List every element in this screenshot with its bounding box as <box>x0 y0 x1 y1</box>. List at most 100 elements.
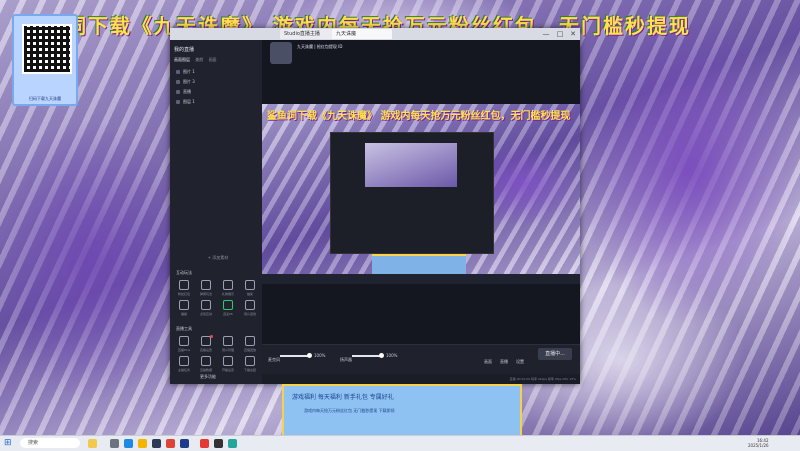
gear-icon <box>223 356 233 366</box>
anchor-section-title: 直播工具 <box>176 326 192 331</box>
like-icon <box>201 300 211 310</box>
preview-nested-screen <box>365 143 457 187</box>
tool-lottery[interactable]: 抽奖 <box>240 280 260 298</box>
maximize-button[interactable]: □ <box>554 28 566 40</box>
tiktok-icon[interactable] <box>214 439 223 448</box>
preview-nested-window <box>330 132 494 254</box>
speaker-volume-value: 100% <box>386 353 398 358</box>
tool-fans-redpacket[interactable]: 粉丝红包 <box>174 280 194 298</box>
layer-icon <box>176 90 180 94</box>
mic-volume-value: 100% <box>314 353 326 358</box>
tool-start-settings[interactable]: 开播设置 <box>218 356 238 374</box>
tool-likes[interactable]: 点赞互动 <box>196 300 216 318</box>
tool-tasks[interactable]: 主播任务 <box>174 356 194 374</box>
edge-browser-icon[interactable] <box>124 439 133 448</box>
speaker-volume-slider[interactable] <box>352 353 384 358</box>
plus-icon <box>179 336 189 346</box>
app-icon[interactable] <box>228 439 237 448</box>
taskbar-search-box[interactable]: 搜索 <box>20 438 80 448</box>
minimize-button[interactable]: — <box>540 28 552 40</box>
sidebar-tabs: 画面图层 美颜 画面 <box>174 57 258 63</box>
tool-danmaku[interactable]: 弹幕玩法 <box>196 280 216 298</box>
danmaku-icon <box>201 280 211 290</box>
search-placeholder: 搜索 <box>28 440 39 446</box>
tool-viewers[interactable]: 观众管理 <box>218 336 238 354</box>
close-button[interactable]: ✕ <box>567 28 579 40</box>
mic-label: 麦克风 <box>268 357 280 362</box>
steam-icon[interactable] <box>152 439 161 448</box>
scene-item[interactable]: 直播 <box>176 87 258 96</box>
tool-viewer-link[interactable]: 观众连线 <box>240 300 260 318</box>
task-icon <box>179 356 189 366</box>
scene-item[interactable]: 图片 3 <box>176 77 258 86</box>
promo-line-1: 游戏福利 每天福利 新手礼包 专属好礼 <box>292 394 394 401</box>
qr-caption: 扫码下载九天诛魔 <box>29 96 61 101</box>
start-live-button[interactable]: 直播中... <box>538 348 572 360</box>
windows-start-icon[interactable]: ⊞ <box>4 438 14 448</box>
file-explorer-icon[interactable] <box>138 439 147 448</box>
gift-icon <box>223 280 233 290</box>
layer-icon <box>176 80 180 84</box>
status-bar: 直播 00:00:00 码率 0kbps 帧率 0fps CPU 15% <box>262 374 580 384</box>
clock[interactable]: 16:42 2025/1/26 <box>748 438 769 448</box>
chevron-right-icon[interactable]: › <box>578 200 582 208</box>
sidebar-title: 我的直播 <box>174 47 195 53</box>
desktop-promo-card: 游戏福利 每天福利 新手礼包 专属好礼 游戏内每天抢万元粉丝红包 无门槛秒提现 … <box>282 384 522 438</box>
app-icon[interactable] <box>180 439 189 448</box>
tool-luckybag[interactable]: 福袋 <box>174 300 194 318</box>
chart-icon <box>201 356 211 366</box>
tool-live-plus[interactable]: 直播Plus <box>174 336 194 354</box>
slider-knob[interactable] <box>307 353 312 358</box>
game-icon[interactable] <box>166 439 175 448</box>
replay-icon <box>245 336 255 346</box>
mic-volume-slider[interactable] <box>280 353 312 358</box>
scene-item[interactable]: 图片 1 <box>176 67 258 76</box>
tool-gift[interactable]: 礼物展示 <box>218 280 238 298</box>
more-tools-link[interactable]: 更多功能 <box>200 374 216 380</box>
clock-date: 2025/1/26 <box>748 443 769 448</box>
preview-banner-text: 鲨鱼词下载《九天诛魔》 游戏内每天抢万元粉丝红包，无门槛秒提现 <box>267 111 571 122</box>
redpacket-icon <box>179 280 189 290</box>
app-icon-pinned[interactable] <box>88 439 97 448</box>
settings-button[interactable]: 设置 <box>516 359 524 365</box>
promo-line-2: 游戏内每天抢万元粉丝红包 无门槛秒提现 下载即领 <box>304 408 395 413</box>
add-source-button[interactable]: + 添加素材 <box>190 255 246 263</box>
slider-knob[interactable] <box>379 353 384 358</box>
tool-data[interactable]: 直播数据 <box>196 356 216 374</box>
live-mode-button[interactable]: 直播 <box>500 359 508 365</box>
preview-taskbar <box>262 274 580 284</box>
stream-info: 九天诛魔 | 抢红包提现 ID <box>270 42 490 64</box>
notification-badge <box>210 335 213 338</box>
lottery-icon <box>245 280 255 290</box>
app-icon[interactable] <box>200 439 209 448</box>
sidebar: 我的直播 画面图层 美颜 画面 图片 1 图片 3 直播 图层 1 + 添加素材… <box>170 40 263 384</box>
tab-studio[interactable]: Studio直播主播 <box>280 29 336 39</box>
tool-replay[interactable]: 直播回放 <box>240 336 260 354</box>
summary-icon <box>245 356 255 366</box>
layer-icon <box>176 70 180 74</box>
layer-icon <box>176 100 180 104</box>
task-view-icon[interactable] <box>110 439 119 448</box>
live-preview[interactable]: 鲨鱼词下载《九天诛魔》 游戏内每天抢万元粉丝红包，无门槛秒提现 <box>262 104 580 284</box>
sidebar-tab-view[interactable]: 画面 <box>209 57 217 62</box>
link-icon <box>245 300 255 310</box>
tool-live-settings[interactable]: 直播设置 <box>196 335 216 354</box>
pk-icon <box>223 300 233 310</box>
taskbar: ⊞ 搜索 16:42 2025/1/26 <box>0 435 800 451</box>
canvas-button[interactable]: 画面 <box>484 359 492 365</box>
users-icon <box>223 336 233 346</box>
tab-game[interactable]: 九天诛魔 <box>332 29 392 39</box>
speaker-label: 扬声器 <box>340 357 352 362</box>
qr-code-image <box>22 24 72 74</box>
streaming-app-window: Studio直播主播 九天诛魔 — □ ✕ 我的直播 画面图层 美颜 画面 图片… <box>170 28 580 384</box>
sidebar-tab-layers[interactable]: 画面图层 <box>174 57 190 62</box>
window-titlebar: Studio直播主播 九天诛魔 — □ ✕ <box>170 28 580 40</box>
avatar[interactable] <box>270 42 292 64</box>
sidebar-tab-beauty[interactable]: 美颜 <box>195 57 203 62</box>
tool-summary[interactable]: 下播总结 <box>240 356 260 374</box>
tool-pk[interactable]: 连麦PK <box>218 300 238 318</box>
bottom-controls: 麦克风 100% 扬声器 100% 画面 直播 设置 <box>262 344 580 375</box>
qr-code-card: 扫码下载九天诛魔 <box>12 14 78 106</box>
interact-section-title: 互动玩法 <box>176 270 192 275</box>
scene-item[interactable]: 图层 1 <box>176 97 258 106</box>
